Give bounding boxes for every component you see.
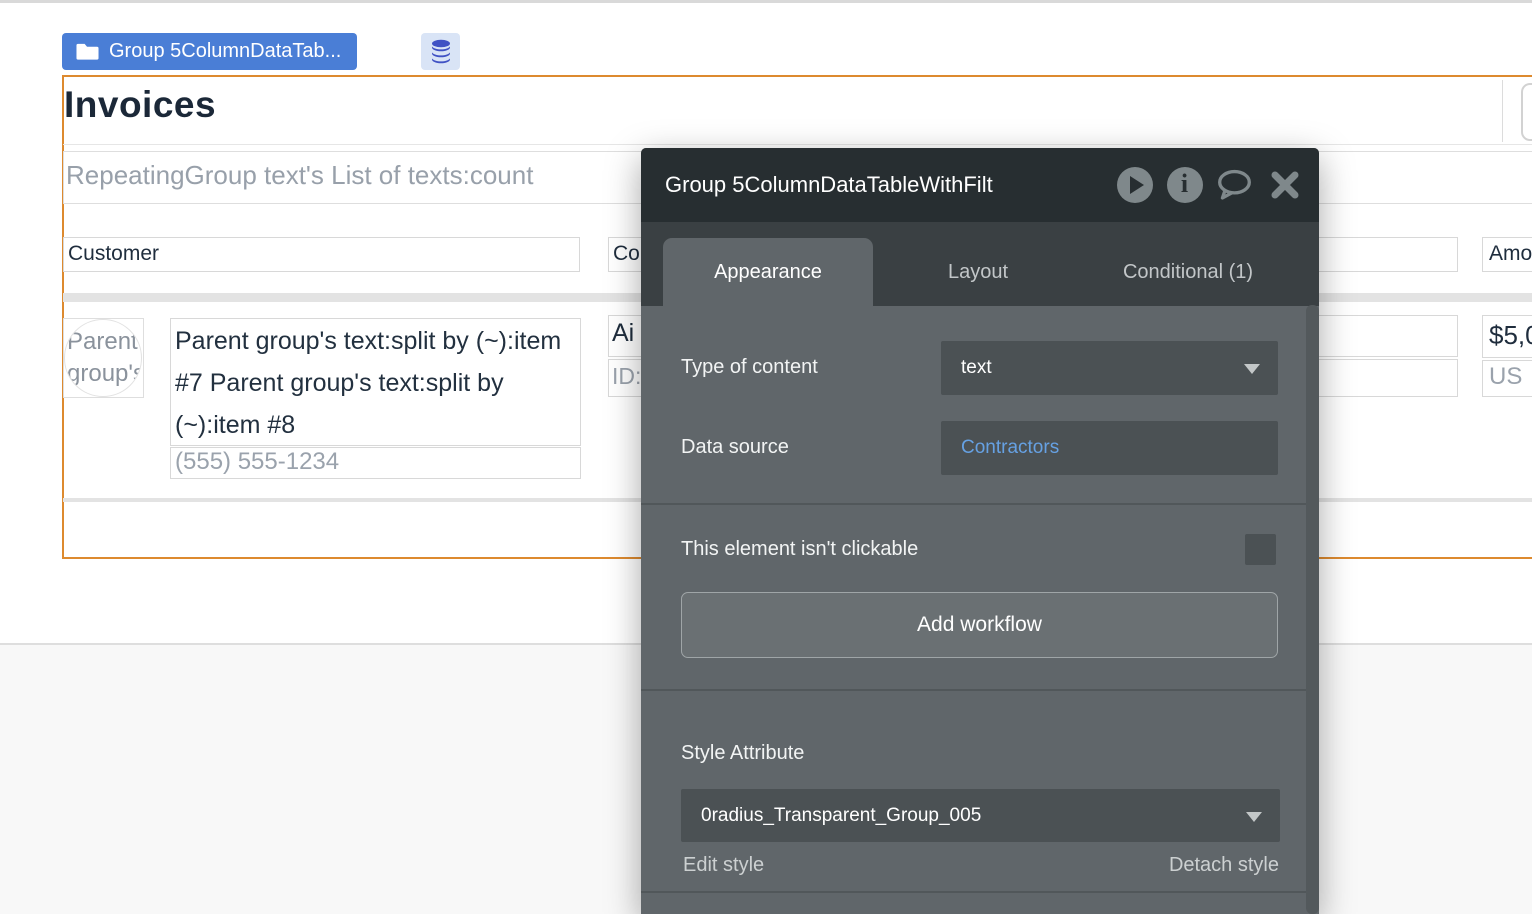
style-attribute-dropdown[interactable]: 0radius_Transparent_Group_005 bbox=[681, 789, 1280, 842]
tab-appearance[interactable]: Appearance bbox=[663, 238, 873, 306]
top-divider bbox=[0, 0, 1532, 3]
style-attribute-value: 0radius_Transparent_Group_005 bbox=[701, 805, 981, 827]
customer-phone-cell[interactable]: (555) 555-1234 bbox=[170, 447, 581, 479]
section-divider bbox=[641, 689, 1319, 691]
folder-icon bbox=[76, 42, 99, 61]
repeating-caption-text: RepeatingGroup text's List of texts:coun… bbox=[66, 160, 533, 191]
edit-style-link[interactable]: Edit style bbox=[683, 854, 764, 877]
clickable-label: This element isn't clickable bbox=[681, 538, 918, 561]
detach-style-link[interactable]: Detach style bbox=[1169, 854, 1279, 877]
data-source-field[interactable]: Contractors bbox=[941, 421, 1278, 475]
section-divider bbox=[641, 891, 1319, 893]
database-icon bbox=[430, 39, 452, 65]
column-header-customer[interactable]: Customer bbox=[63, 237, 580, 272]
panel-body: Type of content text Data source Contrac… bbox=[641, 306, 1319, 914]
property-editor-panel: Group 5ColumnDataTableWithFilt i Appeara… bbox=[641, 148, 1319, 914]
data-source-value-link[interactable]: Contractors bbox=[961, 437, 1059, 459]
chevron-down-icon bbox=[1246, 812, 1262, 822]
panel-header[interactable]: Group 5ColumnDataTableWithFilt i bbox=[641, 148, 1319, 222]
title-underline bbox=[63, 144, 1532, 145]
panel-tab-bar: Appearance Layout Conditional (1) bbox=[641, 222, 1319, 306]
type-of-content-value: text bbox=[961, 357, 992, 379]
tab-conditional[interactable]: Conditional (1) bbox=[1083, 238, 1293, 306]
amount-cell[interactable]: $5,0 bbox=[1482, 315, 1532, 358]
style-attribute-label: Style Attribute bbox=[681, 742, 804, 765]
info-icon[interactable]: i bbox=[1166, 167, 1203, 204]
comment-icon[interactable] bbox=[1216, 167, 1253, 204]
title-right-divider bbox=[1502, 80, 1503, 142]
page-title[interactable]: Invoices bbox=[64, 84, 216, 126]
tab-layout[interactable]: Layout bbox=[873, 238, 1083, 306]
play-icon[interactable] bbox=[1116, 167, 1153, 204]
panel-title: Group 5ColumnDataTableWithFilt bbox=[665, 172, 1116, 198]
breadcrumb-label: Group 5ColumnDataTab... bbox=[109, 40, 341, 63]
panel-scrollbar[interactable] bbox=[1306, 305, 1319, 914]
breadcrumb-group-button[interactable]: Group 5ColumnDataTab... bbox=[62, 33, 357, 70]
amount-currency-cell[interactable]: US bbox=[1482, 360, 1532, 397]
clickable-checkbox[interactable] bbox=[1245, 534, 1276, 565]
customer-text-cell[interactable]: Parent group's text:split by (~):item #7… bbox=[170, 318, 581, 446]
type-of-content-label: Type of content bbox=[681, 356, 818, 379]
database-button[interactable] bbox=[421, 33, 460, 70]
section-divider bbox=[641, 503, 1319, 505]
close-icon[interactable] bbox=[1266, 167, 1303, 204]
chevron-down-icon bbox=[1244, 364, 1260, 374]
data-source-label: Data source bbox=[681, 436, 789, 459]
avatar[interactable]: Parent group's text bbox=[64, 319, 142, 397]
column-header-amount[interactable]: Amo bbox=[1482, 237, 1532, 272]
type-of-content-dropdown[interactable]: text bbox=[941, 341, 1278, 395]
add-workflow-button[interactable]: Add workflow bbox=[681, 592, 1278, 658]
clipped-top-right-element[interactable] bbox=[1521, 83, 1532, 141]
